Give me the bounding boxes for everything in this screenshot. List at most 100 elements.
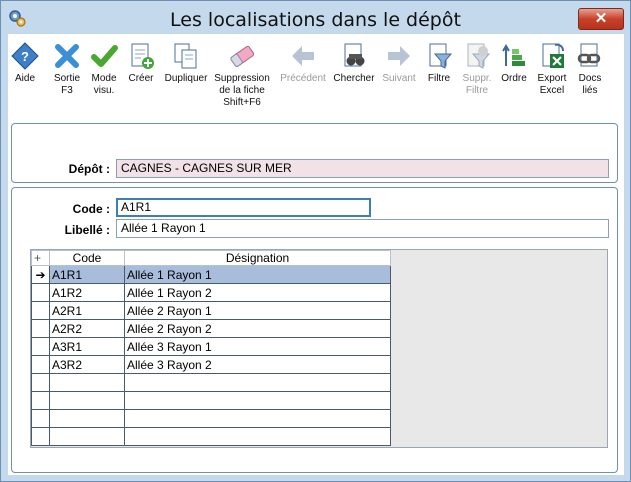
delete-record-button-label: Suppression de la fiche Shift+F6 xyxy=(214,73,270,108)
table-row[interactable]: A2R1 Allée 2 Rayon 1 xyxy=(31,301,391,320)
exit-button[interactable]: Sortie F3 xyxy=(49,34,85,97)
next-button-label: Suivant xyxy=(382,73,416,84)
cell-code[interactable]: A1R1 xyxy=(49,265,125,284)
libelle-label: Libellé : xyxy=(64,223,110,237)
depot-label: Dépôt : xyxy=(68,162,110,176)
arrow-left-icon xyxy=(292,46,314,66)
excel-export-icon xyxy=(542,43,564,68)
table-row[interactable]: ➔ A1R1 Allée 1 Rayon 1 xyxy=(31,265,391,284)
previous-button[interactable]: Précédent xyxy=(276,34,330,85)
filter-icon xyxy=(429,43,453,69)
linked-docs-button[interactable]: Docs liés xyxy=(573,34,607,97)
exit-button-label: Sortie F3 xyxy=(53,73,81,96)
code-input[interactable]: A1R1 xyxy=(116,198,371,217)
filter-remove-icon xyxy=(467,43,491,69)
table-row[interactable] xyxy=(31,373,391,392)
cell-code[interactable] xyxy=(49,373,125,392)
cell-code[interactable] xyxy=(49,427,125,446)
duplicate-button[interactable]: Dupliquer xyxy=(160,34,212,85)
row-indicator xyxy=(31,409,50,428)
row-indicator xyxy=(31,391,50,410)
next-button[interactable]: Suivant xyxy=(377,34,421,85)
remove-filter-button[interactable]: Suppr. Filtre xyxy=(456,34,498,97)
client-area: ? Aide Sortie F3 Mode visu. Créer Dupliquer Su… xyxy=(8,34,624,475)
sort-icon xyxy=(502,44,525,66)
create-button[interactable]: Créer xyxy=(124,34,158,85)
create-button-label: Créer xyxy=(128,73,154,84)
order-button[interactable]: Ordre xyxy=(497,34,531,85)
cell-designation[interactable] xyxy=(124,427,391,446)
cell-code[interactable]: A1R2 xyxy=(49,283,125,302)
cell-designation[interactable]: Allée 2 Rayon 1 xyxy=(124,301,391,320)
cell-designation[interactable]: Allée 1 Rayon 2 xyxy=(124,283,391,302)
row-indicator xyxy=(31,301,50,320)
help-icon: ? xyxy=(11,42,39,70)
cell-code[interactable]: A2R1 xyxy=(49,301,125,320)
cell-designation[interactable]: Allée 1 Rayon 1 xyxy=(124,265,391,284)
table-row[interactable] xyxy=(31,409,391,428)
locations-grid: + Code Désignation ➔ A1R1 Allée 1 Rayon 1A… xyxy=(30,249,608,448)
checkmark-icon xyxy=(91,45,118,67)
eraser-icon xyxy=(230,45,255,67)
order-button-label: Ordre xyxy=(501,73,527,84)
chain-link-icon xyxy=(577,43,601,67)
row-indicator xyxy=(31,283,50,302)
depot-panel: Dépôt : CAGNES - CAGNES SUR MER xyxy=(11,123,618,183)
table-row[interactable]: A2R2 Allée 2 Rayon 2 xyxy=(31,319,391,338)
search-button[interactable]: Chercher xyxy=(331,34,377,85)
cell-designation[interactable]: Allée 3 Rayon 1 xyxy=(124,337,391,356)
locations-table: + Code Désignation ➔ A1R1 Allée 1 Rayon 1A… xyxy=(31,250,391,446)
row-indicator xyxy=(31,319,50,338)
cell-designation[interactable]: Allée 3 Rayon 2 xyxy=(124,355,391,374)
column-header-designation[interactable]: Désignation xyxy=(124,250,391,266)
detail-panel: Code : A1R1 Libellé : Allée 1 Rayon 1 + … xyxy=(11,187,618,473)
close-x-icon xyxy=(55,44,79,68)
depot-field: CAGNES - CAGNES SUR MER xyxy=(116,159,609,178)
cell-code[interactable] xyxy=(49,409,125,428)
table-row[interactable]: A3R2 Allée 3 Rayon 2 xyxy=(31,355,391,374)
binoculars-icon xyxy=(344,43,365,67)
toolbar: ? Aide Sortie F3 Mode visu. Créer Dupliquer Su… xyxy=(8,34,624,116)
previous-button-label: Précédent xyxy=(280,73,326,84)
row-indicator xyxy=(31,355,50,374)
linked-docs-button-label: Docs liés xyxy=(578,73,602,96)
table-row[interactable]: A1R2 Allée 1 Rayon 2 xyxy=(31,283,391,302)
cell-designation[interactable] xyxy=(124,391,391,410)
cell-code[interactable]: A3R2 xyxy=(49,355,125,374)
remove-filter-button-label: Suppr. Filtre xyxy=(462,73,492,96)
cell-code[interactable] xyxy=(49,391,125,410)
export-excel-button[interactable]: Export Excel xyxy=(533,34,571,97)
code-label: Code : xyxy=(72,202,110,216)
duplicate-icon xyxy=(174,43,197,69)
row-indicator xyxy=(31,337,50,356)
add-row-icon[interactable]: + xyxy=(31,250,50,266)
cell-code[interactable]: A3R1 xyxy=(49,337,125,356)
close-window-button[interactable]: ✕ xyxy=(578,8,624,30)
title-bar[interactable]: Les localisations dans le dépôt ✕ xyxy=(1,1,630,35)
table-row[interactable] xyxy=(31,391,391,410)
svg-text:?: ? xyxy=(21,49,29,64)
duplicate-button-label: Dupliquer xyxy=(164,73,208,84)
export-excel-button-label: Export Excel xyxy=(537,73,567,96)
help-button-label: Aide xyxy=(14,73,35,84)
filter-button-label: Filtre xyxy=(427,73,451,84)
row-indicator xyxy=(31,373,50,392)
filter-button[interactable]: Filtre xyxy=(422,34,456,85)
column-header-code[interactable]: Code xyxy=(49,250,125,266)
delete-record-button[interactable]: Suppression de la fiche Shift+F6 xyxy=(208,34,276,109)
cell-designation[interactable] xyxy=(124,373,391,392)
help-button[interactable]: ? Aide xyxy=(8,34,42,85)
table-row[interactable] xyxy=(31,427,391,446)
view-mode-button-label: Mode visu. xyxy=(91,73,117,96)
table-row[interactable]: A3R1 Allée 3 Rayon 1 xyxy=(31,337,391,356)
app-window: Les localisations dans le dépôt ✕ ? Aide S… xyxy=(0,0,631,482)
new-document-icon xyxy=(131,43,154,69)
libelle-input[interactable]: Allée 1 Rayon 1 xyxy=(116,219,609,238)
view-mode-button[interactable]: Mode visu. xyxy=(85,34,123,97)
cell-designation[interactable] xyxy=(124,409,391,428)
arrow-right-icon xyxy=(388,46,410,66)
window-title: Les localisations dans le dépôt xyxy=(170,9,461,31)
cell-designation[interactable]: Allée 2 Rayon 2 xyxy=(124,319,391,338)
cell-code[interactable]: A2R2 xyxy=(49,319,125,338)
row-indicator xyxy=(31,427,50,446)
